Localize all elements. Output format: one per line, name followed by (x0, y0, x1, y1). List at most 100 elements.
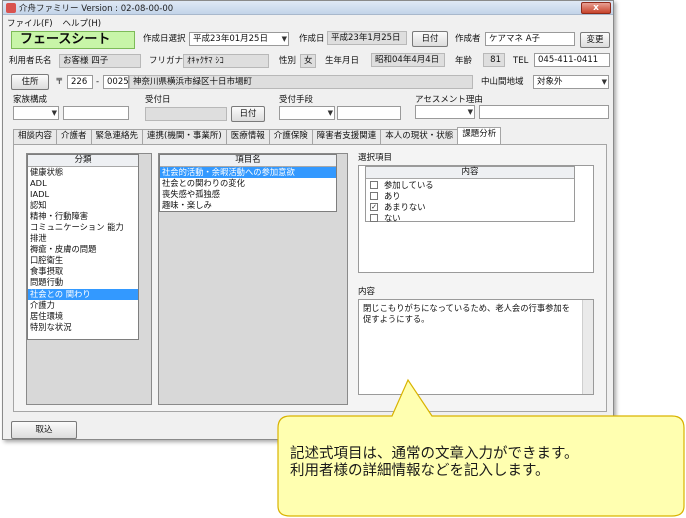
application-window: 介舟ファミリー Version : 02-08-00-00 x ファイル(F) … (2, 0, 614, 440)
item-list[interactable]: 項目名 社会的活動・余暇活動への参加意欲 社会との関わりの変化 喪失感や孤独感 … (159, 154, 337, 212)
window-title: 介舟ファミリー Version : 02-08-00-00 (19, 4, 174, 14)
option-row[interactable]: ✓ あまりない (366, 201, 574, 212)
option-row[interactable]: 参加している (366, 179, 574, 190)
list-item[interactable]: 健康状態 (28, 167, 138, 178)
option-row[interactable]: ない (366, 212, 574, 223)
checkbox[interactable] (370, 180, 378, 189)
close-button[interactable]: x (581, 2, 611, 14)
age-label: 年齢 (455, 56, 473, 66)
chevron-down-icon: ▼ (281, 35, 287, 43)
postal-mark: 〒 (55, 77, 64, 87)
tab-emergency-contact[interactable]: 緊急連絡先 (90, 129, 144, 144)
list-item[interactable]: 食事摂取 (28, 266, 138, 277)
title-bar: 介舟ファミリー Version : 02-08-00-00 x (3, 1, 613, 15)
chevron-down-icon: ▼ (467, 108, 473, 116)
list-item[interactable]: 趣味・楽しみ (160, 200, 336, 211)
content-line: 促すようにする。 (363, 314, 430, 324)
accept-method-field[interactable] (337, 106, 401, 120)
accept-date-field (145, 107, 227, 121)
list-item[interactable]: コミュニケーション 能力 (28, 222, 138, 233)
accept-method-dropdown[interactable]: ▼ (279, 106, 335, 120)
assessment-dropdown[interactable]: ▼ (415, 105, 475, 119)
category-list-header: 分類 (28, 155, 138, 167)
created-label: 作成日 (299, 34, 325, 44)
category-list[interactable]: 分類 健康状態 ADL IADL 認知 精神・行動障害 コミュニケーション 能力… (27, 154, 139, 340)
zip-field-1[interactable]: 226 (67, 75, 93, 89)
sex-field: 女 (300, 54, 316, 68)
age-field: 81 (483, 53, 505, 67)
content-scrollbar[interactable] (582, 300, 593, 394)
item-list-header: 項目名 (160, 155, 336, 167)
tab-cooperation[interactable]: 連携(機関・事業所) (142, 129, 227, 144)
option-row[interactable]: あり (366, 190, 574, 201)
family-label: 家族構成 (13, 95, 48, 105)
list-item[interactable]: 居住環境 (28, 311, 138, 322)
select-date-dropdown[interactable]: 平成23年01月25日 ▼ (189, 32, 289, 46)
zip-dash: - (96, 77, 100, 87)
author-field[interactable]: ケアマネ A子 (485, 32, 575, 46)
assessment-field[interactable] (479, 105, 609, 119)
tab-medical-info[interactable]: 医療情報 (225, 129, 270, 144)
tel-field[interactable]: 045-411-0411 (534, 53, 610, 67)
list-item[interactable]: 問題行動 (28, 277, 138, 288)
checkbox[interactable] (370, 191, 378, 200)
tel-label: TEL (513, 56, 529, 66)
change-author-button[interactable]: 変更 (580, 32, 610, 48)
callout-text: 記述式項目は、通常の文章入力ができます。 利用者様の詳細情報などを記入します。 (290, 446, 680, 480)
furigana-field: ｵｷｬｸｻﾏ ｼｺ (183, 54, 269, 68)
author-label: 作成者 (455, 34, 481, 44)
furigana-label: フリガナ (149, 56, 184, 66)
content-line: 閉じこもりがちになっているため、老人会の行事参加を (363, 303, 571, 313)
list-item[interactable]: 社会との 関わり (28, 288, 138, 300)
tab-issue-analysis[interactable]: 課題分析 (457, 127, 502, 144)
tab-caregiver[interactable]: 介護者 (56, 129, 92, 144)
tab-consultation[interactable]: 相談内容 (13, 129, 58, 144)
import-button[interactable]: 取込 (11, 421, 77, 439)
menu-file[interactable]: ファイル(F) (7, 17, 53, 29)
menu-help[interactable]: ヘルプ(H) (63, 17, 102, 29)
chevron-down-icon: ▼ (51, 109, 57, 117)
zip-field-2[interactable]: 0025 (103, 75, 129, 89)
chevron-down-icon: ▼ (327, 109, 333, 117)
list-item[interactable]: 介護力 (28, 300, 138, 311)
list-item[interactable]: ADL (28, 178, 138, 189)
accept-date-button[interactable]: 日付 (231, 106, 265, 122)
name-label: 利用者氏名 (9, 56, 52, 66)
family-field[interactable] (63, 106, 129, 120)
list-item[interactable]: 排泄 (28, 233, 138, 244)
address-button[interactable]: 住所 (11, 74, 49, 90)
created-date-button[interactable]: 日付 (412, 31, 448, 47)
list-item[interactable]: IADL (28, 189, 138, 200)
list-item[interactable]: 特別な状況 (28, 322, 138, 333)
list-item[interactable]: 社会的活動・余暇活動への参加意欲 (160, 167, 336, 179)
callout-line: 利用者様の詳細情報などを記入します。 (290, 463, 550, 479)
menu-bar: ファイル(F) ヘルプ(H) (7, 17, 101, 29)
birth-label: 生年月日 (325, 56, 360, 66)
tab-disability-support[interactable]: 障害者支援関連 (311, 129, 382, 144)
list-item[interactable]: 喪失感や孤独感 (160, 189, 336, 200)
list-item[interactable]: 口腔衛生 (28, 255, 138, 266)
birth-field: 昭和04年4月4日 (371, 53, 445, 67)
tab-care-insurance[interactable]: 介護保険 (268, 129, 313, 144)
region-label: 中山間地域 (481, 77, 524, 87)
family-dropdown[interactable]: ▼ (13, 106, 59, 120)
content-text: 閉じこもりがちになっているため、老人会の行事参加を 促すようにする。 (363, 303, 573, 325)
selection-box: 内容 参加している あり ✓ あまりない ない (358, 165, 594, 273)
select-date-label: 作成日選択 (143, 34, 186, 44)
tab-current-status[interactable]: 本人の現状・状態 (380, 129, 459, 144)
checkbox-checked[interactable]: ✓ (370, 202, 378, 211)
list-item[interactable]: 認知 (28, 200, 138, 211)
checkbox[interactable] (370, 213, 378, 222)
region-dropdown[interactable]: 対象外 ▼ (533, 75, 609, 89)
callout-line: 記述式項目は、通常の文章入力ができます。 (290, 446, 579, 462)
accept-date-label: 受付日 (145, 95, 171, 105)
content-textarea[interactable]: 閉じこもりがちになっているため、老人会の行事参加を 促すようにする。 (358, 299, 594, 395)
list-item[interactable]: 褥瘡・皮膚の問題 (28, 244, 138, 255)
tab-strip: 相談内容 介護者 緊急連絡先 連携(機関・事業所) 医療情報 介護保険 障害者支… (13, 127, 502, 144)
selection-header: 内容 (366, 167, 574, 179)
list-item[interactable]: 社会との関わりの変化 (160, 178, 336, 189)
list-item[interactable]: 精神・行動障害 (28, 211, 138, 222)
category-list-frame: 分類 健康状態 ADL IADL 認知 精神・行動障害 コミュニケーション 能力… (26, 153, 152, 405)
selection-label: 選択項目 (358, 153, 393, 163)
address-field: 神奈川県横浜市緑区十日市場町 (129, 75, 473, 89)
